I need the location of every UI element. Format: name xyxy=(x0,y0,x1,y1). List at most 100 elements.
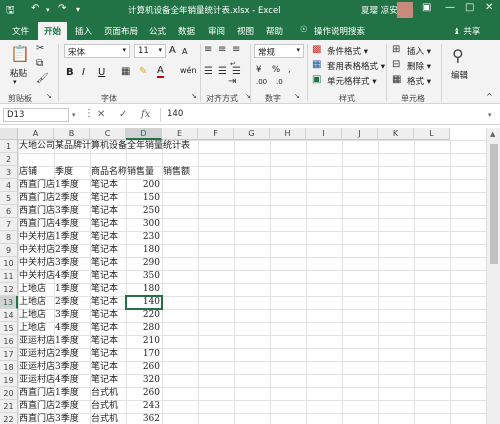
currency-button[interactable]: ¥ xyxy=(256,65,261,75)
align-left-icon[interactable]: ☰ xyxy=(204,66,213,77)
cell-d5[interactable]: 150 xyxy=(126,192,162,205)
row-header-1[interactable]: 1 xyxy=(0,140,18,153)
column-header-e[interactable]: E xyxy=(162,128,198,140)
expand-formula-icon[interactable]: ▾ xyxy=(488,111,492,119)
insert-function-icon[interactable]: fx xyxy=(141,109,150,120)
cell-a20[interactable]: 西直门店 xyxy=(18,387,54,400)
tab-insert[interactable]: 插入 xyxy=(75,25,92,37)
font-size-select[interactable]: 11 ▾ xyxy=(134,44,166,58)
close-icon[interactable]: ✕ xyxy=(485,2,493,13)
row-header-8[interactable]: 8 xyxy=(0,231,18,244)
cell-a5[interactable]: 西直门店 xyxy=(18,192,54,205)
cell-c6[interactable]: 笔记本 xyxy=(90,205,126,218)
cell-c10[interactable]: 笔记本 xyxy=(90,257,126,270)
cell-a1[interactable]: 大地公司某品牌计算机设备全年销量统计表 xyxy=(18,140,190,153)
cell-c12[interactable]: 笔记本 xyxy=(90,283,126,296)
cell-b13[interactable]: 2季度 xyxy=(54,296,90,309)
font-color-button[interactable]: A xyxy=(157,66,164,78)
tab-page-layout[interactable]: 页面布局 xyxy=(104,25,138,37)
cell-c14[interactable]: 笔记本 xyxy=(90,309,126,322)
cell-c9[interactable]: 笔记本 xyxy=(90,244,126,257)
wrap-text-icon[interactable]: ↵ xyxy=(230,60,236,68)
cell-a4[interactable]: 西直门店 xyxy=(18,179,54,192)
cell-b9[interactable]: 2季度 xyxy=(54,244,90,257)
column-header-j[interactable]: J xyxy=(342,128,378,140)
font-launcher-icon[interactable]: ↘ xyxy=(191,92,197,100)
cell-b8[interactable]: 1季度 xyxy=(54,231,90,244)
cell-d14[interactable]: 220 xyxy=(126,309,162,322)
cell-b12[interactable]: 1季度 xyxy=(54,283,90,296)
cell-d8[interactable]: 230 xyxy=(126,231,162,244)
cell-c13[interactable]: 笔记本 xyxy=(90,296,126,309)
row-header-5[interactable]: 5 xyxy=(0,192,18,205)
row-header-16[interactable]: 16 xyxy=(0,335,18,348)
align-top-icon[interactable]: ≡ xyxy=(204,44,212,55)
cell-a21[interactable]: 西直门店 xyxy=(18,400,54,413)
name-box-dropdown-icon[interactable]: ▾ xyxy=(72,111,76,119)
maximize-icon[interactable]: □ xyxy=(465,2,474,13)
cell-c19[interactable]: 笔记本 xyxy=(90,374,126,387)
column-header-i[interactable]: I xyxy=(306,128,342,140)
row-header-14[interactable]: 14 xyxy=(0,309,18,322)
name-box[interactable]: D13 xyxy=(3,108,69,122)
cut-icon[interactable]: ✂ xyxy=(36,43,44,54)
cell-b19[interactable]: 4季度 xyxy=(54,374,90,387)
editing-button[interactable]: 编辑 xyxy=(451,69,468,81)
cell-d7[interactable]: 300 xyxy=(126,218,162,231)
fill-color-icon[interactable]: ✎ xyxy=(139,66,147,77)
cell-c20[interactable]: 台式机 xyxy=(90,387,126,400)
cell-d17[interactable]: 170 xyxy=(126,348,162,361)
tab-help[interactable]: 帮助 xyxy=(266,25,283,37)
cell-a17[interactable]: 亚运村店 xyxy=(18,348,54,361)
tab-data[interactable]: 数据 xyxy=(178,25,195,37)
copy-icon[interactable]: ⧉ xyxy=(36,58,43,69)
percent-button[interactable]: % xyxy=(272,65,280,75)
row-header-12[interactable]: 12 xyxy=(0,283,18,296)
cell-d4[interactable]: 200 xyxy=(126,179,162,192)
cell-c4[interactable]: 笔记本 xyxy=(90,179,126,192)
cell-b3[interactable]: 季度 xyxy=(54,166,90,179)
cell-d21[interactable]: 243 xyxy=(126,400,162,413)
cell-a8[interactable]: 中关村店 xyxy=(18,231,54,244)
delete-button[interactable]: 删除 ▾ xyxy=(407,60,431,72)
cell-a12[interactable]: 上地店 xyxy=(18,283,54,296)
column-header-l[interactable]: L xyxy=(414,128,450,140)
cell-c11[interactable]: 笔记本 xyxy=(90,270,126,283)
user-name[interactable]: 夏璎 凉安 xyxy=(361,4,398,16)
cell-c21[interactable]: 台式机 xyxy=(90,400,126,413)
row-header-19[interactable]: 19 xyxy=(0,374,18,387)
tab-review[interactable]: 审阅 xyxy=(208,25,225,37)
cell-c5[interactable]: 笔记本 xyxy=(90,192,126,205)
column-header-g[interactable]: G xyxy=(234,128,270,140)
cell-a13[interactable]: 上地店 xyxy=(18,296,54,309)
cell-d3[interactable]: 销售量 xyxy=(126,166,162,179)
shrink-font-button[interactable]: A xyxy=(182,47,187,56)
row-header-11[interactable]: 11 xyxy=(0,270,18,283)
column-header-b[interactable]: B xyxy=(54,128,90,140)
row-header-10[interactable]: 10 xyxy=(0,257,18,270)
cell-b20[interactable]: 1季度 xyxy=(54,387,90,400)
cell-d18[interactable]: 260 xyxy=(126,361,162,374)
select-all-corner[interactable] xyxy=(0,128,18,140)
cancel-icon[interactable]: ✕ xyxy=(97,109,105,120)
cell-b17[interactable]: 2季度 xyxy=(54,348,90,361)
cell-b16[interactable]: 1季度 xyxy=(54,335,90,348)
row-header-4[interactable]: 4 xyxy=(0,179,18,192)
cell-d10[interactable]: 290 xyxy=(126,257,162,270)
clipboard-launcher-icon[interactable]: ↘ xyxy=(46,92,52,100)
share-button[interactable]: ♝ 共享 xyxy=(453,25,480,37)
tab-view[interactable]: 视图 xyxy=(237,25,254,37)
minimize-icon[interactable]: — xyxy=(445,2,455,13)
align-middle-icon[interactable]: ≡ xyxy=(218,44,226,55)
cell-b7[interactable]: 4季度 xyxy=(54,218,90,231)
cell-d22[interactable]: 362 xyxy=(126,413,162,424)
column-header-k[interactable]: K xyxy=(378,128,414,140)
worksheet-grid[interactable]: ABCDEFGHIJKL 1大地公司某品牌计算机设备全年销量统计表23店铺季度商品… xyxy=(0,128,486,424)
cell-b14[interactable]: 3季度 xyxy=(54,309,90,322)
row-header-2[interactable]: 2 xyxy=(0,153,18,166)
format-as-table-button[interactable]: 套用表格格式 ▾ xyxy=(327,60,385,72)
column-header-c[interactable]: C xyxy=(90,128,126,140)
cell-e3[interactable]: 销售额 xyxy=(162,166,198,179)
column-header-d[interactable]: D xyxy=(126,128,162,140)
cell-b6[interactable]: 3季度 xyxy=(54,205,90,218)
